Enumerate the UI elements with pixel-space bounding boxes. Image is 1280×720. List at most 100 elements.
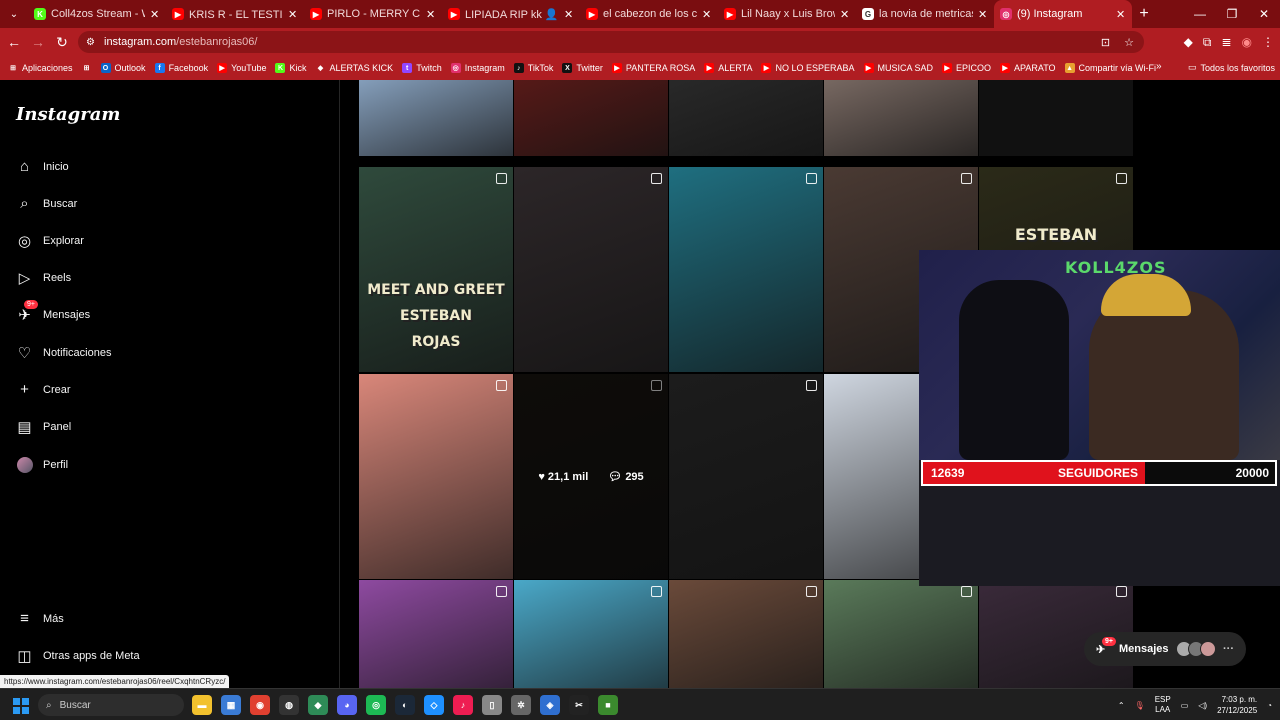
bookmark-item[interactable]: O Outlook xyxy=(100,63,146,73)
post-tile[interactable] xyxy=(824,80,978,156)
close-tab-icon[interactable]: ✕ xyxy=(1116,8,1126,21)
network-icon[interactable]: ▭ xyxy=(1181,701,1189,710)
extensions-puzzle-icon[interactable]: ⧉ xyxy=(1203,35,1212,50)
app3-icon[interactable]: ◈ xyxy=(540,695,560,715)
nav-item-explorar[interactable]: ◎ Explorar xyxy=(16,232,84,250)
nav-item-inicio[interactable]: ⌂ Inicio xyxy=(16,158,69,175)
tiktok-icon[interactable]: ♪ xyxy=(453,695,473,715)
post-tile[interactable] xyxy=(514,80,668,156)
bookmark-item[interactable]: ▶ APARATO xyxy=(1000,63,1056,73)
taskbar-search[interactable]: ⌕ Buscar xyxy=(38,694,184,716)
notifications-icon[interactable]: ◔ xyxy=(1267,701,1272,710)
bookmark-item[interactable]: ⊞ xyxy=(82,63,92,73)
bookmark-item[interactable]: K Kick xyxy=(275,63,306,73)
close-tab-icon[interactable]: ✕ xyxy=(426,8,436,21)
steam-icon[interactable]: ◐ xyxy=(395,695,415,715)
bookmark-star-icon[interactable]: ☆ xyxy=(1124,36,1134,49)
post-tile[interactable] xyxy=(359,374,513,579)
bookmark-item[interactable]: ◆ ALERTAS KICK xyxy=(315,63,393,73)
bookmark-item[interactable]: ♪ TikTok xyxy=(513,63,553,73)
bookmark-item[interactable]: t Twitch xyxy=(402,63,442,73)
forward-button[interactable]: → xyxy=(26,34,50,50)
nav-item-buscar[interactable]: ⌕ Buscar xyxy=(16,195,77,212)
site-info-icon[interactable]: ⚙ xyxy=(86,37,95,48)
profile-icon[interactable]: ◉ xyxy=(1242,35,1252,49)
post-tile[interactable] xyxy=(979,80,1133,156)
nav-item-mensajes[interactable]: ✈ 9+ Mensajes xyxy=(16,300,90,324)
app2-icon[interactable]: ◇ xyxy=(424,695,444,715)
bookmark-item[interactable]: ▶ YouTube xyxy=(217,63,266,73)
notepad-icon[interactable]: ▯ xyxy=(482,695,502,715)
bookmark-item[interactable]: ▶ MUSICA SAD xyxy=(863,63,933,73)
bookmark-item[interactable]: X Twitter xyxy=(562,63,603,73)
post-tile[interactable] xyxy=(669,167,823,372)
bookmark-item[interactable]: ▶ EPICOO xyxy=(942,63,991,73)
post-tile[interactable]: ♥ 21,1 mil 💬︎ 295 xyxy=(514,374,668,579)
browser-tab[interactable]: ▶ Lil Naay x Luis Brown - De ✕ xyxy=(718,0,856,28)
browser-tab[interactable]: ▶ el cabezon de los cantore ✕ xyxy=(580,0,718,28)
nav-item-menu[interactable]: ≡ Más xyxy=(16,610,64,627)
minecraft-icon[interactable]: ■ xyxy=(598,695,618,715)
bookmark-item[interactable]: ▶ PANTERA ROSA xyxy=(611,63,695,73)
post-tile[interactable] xyxy=(824,580,978,688)
nav-item-reels[interactable]: ▷ Reels xyxy=(16,269,71,287)
extension-icon[interactable]: ◆ xyxy=(1184,35,1193,49)
browser-tab[interactable]: K Coll4zos Stream - Watch l ✕ xyxy=(28,0,166,28)
store-icon[interactable]: ▦ xyxy=(221,695,241,715)
nav-item-meta[interactable]: ◫ Otras apps de Meta xyxy=(16,647,139,665)
post-tile[interactable] xyxy=(359,580,513,688)
bookmark-item[interactable]: ▶ ALERTA xyxy=(704,63,752,73)
all-favorites[interactable]: ▭ Todos los favoritos xyxy=(1188,62,1275,73)
bookmark-item[interactable]: ▶ NO LO ESPERABA xyxy=(761,63,855,73)
bookmark-item[interactable]: ◎ Instagram xyxy=(450,63,505,73)
browser-tab[interactable]: ▶ KRIS R - EL TESTIGO 👼 (✕ xyxy=(166,0,304,28)
instagram-logo[interactable]: Instagram xyxy=(16,104,120,125)
tab-search-button[interactable]: ⌄ xyxy=(0,0,28,28)
folder-icon[interactable]: ▬ xyxy=(192,695,212,715)
close-tab-icon[interactable]: ✕ xyxy=(150,8,160,21)
nav-item-perfil[interactable]: Perfil xyxy=(16,456,68,473)
post-tile[interactable] xyxy=(514,580,668,688)
new-tab-button[interactable]: + xyxy=(1132,5,1156,23)
close-tab-icon[interactable]: ✕ xyxy=(978,8,988,21)
capcut-icon[interactable]: ✂ xyxy=(569,695,589,715)
start-button[interactable] xyxy=(13,698,29,714)
discord-icon[interactable]: ◕ xyxy=(337,695,357,715)
install-icon[interactable]: ⊡ xyxy=(1101,36,1110,49)
chrome-menu-icon[interactable]: ⋮ xyxy=(1262,35,1274,49)
app-icon[interactable]: ◆ xyxy=(308,695,328,715)
back-button[interactable]: ← xyxy=(2,34,26,50)
address-bar[interactable]: ⚙ instagram.com/estebanrojas06/ ⊡ ☆ xyxy=(78,31,1144,53)
chrome-icon[interactable]: ◉ xyxy=(250,695,270,715)
browser-tab[interactable]: ▶ LIPIADA RIP kk 👤🙈 😇 E ✕ xyxy=(442,0,580,28)
close-tab-icon[interactable]: ✕ xyxy=(702,8,712,21)
browser-tab[interactable]: ▶ PIRLO - MERRY CHRISTM ✕ xyxy=(304,0,442,28)
close-window-button[interactable]: ✕ xyxy=(1248,7,1280,21)
post-tile[interactable] xyxy=(359,80,513,156)
post-tile[interactable] xyxy=(669,80,823,156)
close-tab-icon[interactable]: ✕ xyxy=(288,8,298,21)
bookmark-item[interactable]: ⊞ Aplicaciones xyxy=(8,63,72,73)
messages-pill[interactable]: ✈ 9+ Mensajes ··· xyxy=(1084,632,1246,666)
nav-item-panel[interactable]: ▤ Panel xyxy=(16,418,71,436)
post-tile[interactable] xyxy=(669,374,823,579)
close-tab-icon[interactable]: ✕ xyxy=(840,8,850,21)
media-icon[interactable]: ≣ xyxy=(1221,35,1231,49)
obs-icon[interactable]: ◍ xyxy=(279,695,299,715)
clock[interactable]: 7:03 p. m. 27/12/2025 xyxy=(1217,694,1257,716)
volume-icon[interactable]: ◁) xyxy=(1198,701,1207,710)
nav-item-notificaciones[interactable]: ♡ Notificaciones xyxy=(16,344,112,362)
restore-button[interactable]: ❐ xyxy=(1216,7,1248,21)
language-indicator[interactable]: ESP LAA xyxy=(1155,695,1171,715)
close-tab-icon[interactable]: ✕ xyxy=(564,8,574,21)
microphone-icon[interactable]: 🎙︎ xyxy=(1135,701,1145,710)
bookmarks-more-icon[interactable]: » xyxy=(1156,61,1162,72)
browser-tab[interactable]: Gla novia de metricas frias ✕ xyxy=(856,0,994,28)
bookmark-item[interactable]: f Facebook xyxy=(154,63,208,73)
post-tile[interactable]: MEET AND GREET ESTEBAN ROJAS xyxy=(359,167,513,372)
settings-icon[interactable]: ✲ xyxy=(511,695,531,715)
reload-button[interactable]: ↻ xyxy=(50,34,74,51)
post-tile[interactable] xyxy=(514,167,668,372)
chevron-up-icon[interactable]: ⌃ xyxy=(1118,701,1125,710)
minimize-button[interactable]: — xyxy=(1184,7,1216,21)
